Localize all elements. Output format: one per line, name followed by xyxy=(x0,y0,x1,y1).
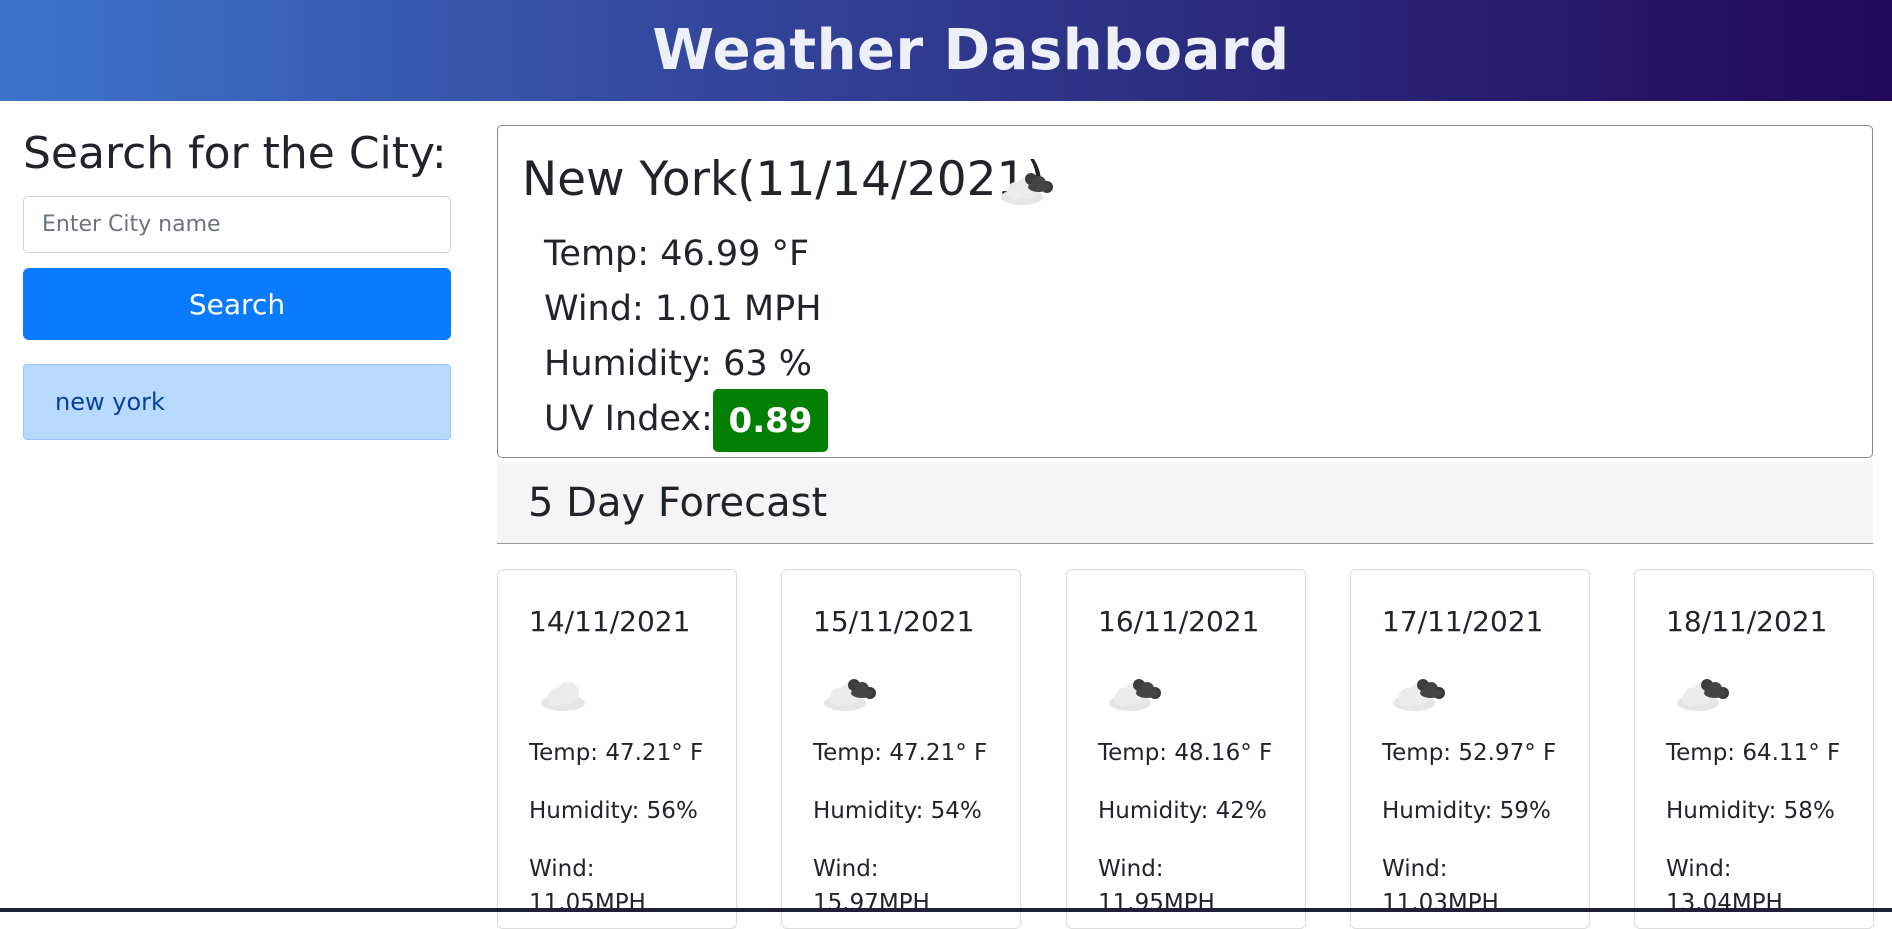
city-search-input[interactable] xyxy=(23,196,451,253)
forecast-wind-label: Wind: xyxy=(813,856,879,882)
forecast-wind-value: 15.97MPH xyxy=(813,890,930,916)
forecast-card: 14/11/2021 Temp: 47.21° F Humidity: 56% … xyxy=(497,569,737,929)
broken-clouds-icon xyxy=(1109,679,1161,711)
history-item[interactable]: new york xyxy=(23,364,451,440)
uv-index-badge: 0.89 xyxy=(713,389,828,452)
forecast-wind-value: 11.05MPH xyxy=(529,890,646,916)
few-clouds-icon xyxy=(541,682,585,711)
forecast-wind-value: 13.04MPH xyxy=(1666,890,1783,916)
page-header: Weather Dashboard xyxy=(0,0,1892,101)
forecast-humidity: Humidity: 54% xyxy=(813,798,982,824)
window-bottom-edge xyxy=(0,908,1892,912)
current-humidity: Humidity: 63 % xyxy=(544,344,812,384)
forecast-date: 17/11/2021 xyxy=(1382,605,1544,638)
forecast-header: 5 Day Forecast xyxy=(497,462,1873,544)
current-weather-card: New York(11/14/2021) Temp: 46.99 °F Wind… xyxy=(497,125,1873,458)
forecast-temp: Temp: 47.21° F xyxy=(529,740,704,766)
page-title: Weather Dashboard xyxy=(652,18,1290,83)
broken-clouds-icon xyxy=(1393,679,1445,711)
forecast-card: 18/11/2021 Temp: 64.11° F Humidity: 58% … xyxy=(1634,569,1874,929)
forecast-date: 18/11/2021 xyxy=(1666,605,1828,638)
current-temp: Temp: 46.99 °F xyxy=(544,234,810,274)
forecast-wind-label: Wind: xyxy=(1098,856,1164,882)
search-heading: Search for the City: xyxy=(23,128,447,179)
forecast-humidity: Humidity: 42% xyxy=(1098,798,1267,824)
forecast-wind-value: 11.03MPH xyxy=(1382,890,1499,916)
forecast-humidity: Humidity: 56% xyxy=(529,798,698,824)
forecast-wind-label: Wind: xyxy=(1666,856,1732,882)
forecast-humidity: Humidity: 59% xyxy=(1382,798,1551,824)
uv-index-label: UV Index: xyxy=(544,399,713,439)
forecast-title: 5 Day Forecast xyxy=(528,479,828,526)
broken-clouds-icon xyxy=(824,679,876,711)
forecast-humidity: Humidity: 58% xyxy=(1666,798,1835,824)
current-wind: Wind: 1.01 MPH xyxy=(544,289,822,329)
forecast-temp: Temp: 52.97° F xyxy=(1382,740,1557,766)
forecast-date: 16/11/2021 xyxy=(1098,605,1260,638)
forecast-date: 14/11/2021 xyxy=(529,605,691,638)
forecast-temp: Temp: 48.16° F xyxy=(1098,740,1273,766)
forecast-card: 17/11/2021 Temp: 52.97° F Humidity: 59% … xyxy=(1350,569,1590,929)
broken-clouds-icon xyxy=(1001,173,1053,205)
forecast-temp: Temp: 64.11° F xyxy=(1666,740,1841,766)
forecast-wind-label: Wind: xyxy=(1382,856,1448,882)
current-city-title: New York(11/14/2021) xyxy=(522,152,1045,207)
forecast-temp: Temp: 47.21° F xyxy=(813,740,988,766)
forecast-card: 16/11/2021 Temp: 48.16° F Humidity: 42% … xyxy=(1066,569,1306,929)
forecast-wind-label: Wind: xyxy=(529,856,595,882)
forecast-card: 15/11/2021 Temp: 47.21° F Humidity: 54% … xyxy=(781,569,1021,929)
forecast-wind-value: 11.95MPH xyxy=(1098,890,1215,916)
forecast-date: 15/11/2021 xyxy=(813,605,975,638)
broken-clouds-icon xyxy=(1677,679,1729,711)
search-button[interactable]: Search xyxy=(23,268,451,340)
